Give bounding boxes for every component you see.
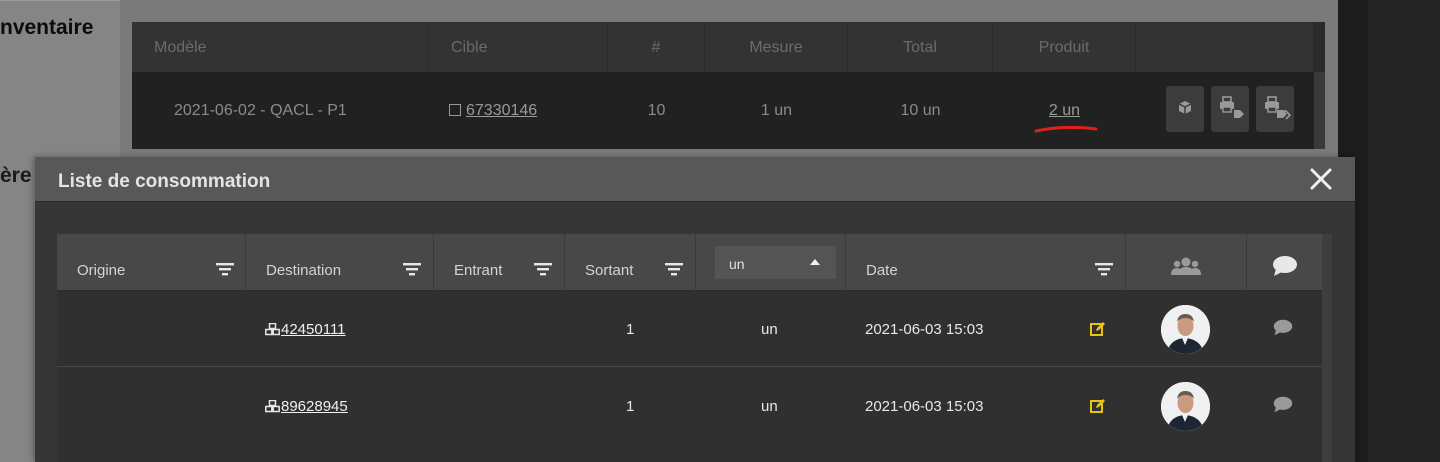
avatar[interactable] [1161, 382, 1210, 431]
filter-icon[interactable] [216, 262, 234, 276]
user-photo [1161, 382, 1210, 431]
consumption-table: Origine Destination Entrant Sortant un D… [57, 234, 1332, 462]
cell-produit[interactable]: 2 un [993, 72, 1136, 149]
right-panel [1368, 0, 1440, 462]
cell-mesure: 1 un [760, 102, 793, 119]
cubes-icon [265, 399, 280, 413]
cell-sortant: 1 [626, 398, 635, 415]
col-actions [1136, 22, 1314, 72]
unit-select-value: un [729, 256, 745, 272]
produit-link[interactable]: 2 un [1049, 102, 1080, 119]
cell-origine [57, 291, 246, 368]
destination-link[interactable]: 89628945 [281, 398, 348, 415]
col-mesure[interactable]: Mesure [705, 22, 848, 72]
col-date[interactable]: Date [846, 234, 1126, 291]
col-sortant-label: Sortant [585, 262, 634, 279]
close-button[interactable] [1309, 167, 1333, 191]
comment-icon [1273, 256, 1297, 276]
print-tags-icon [1265, 96, 1291, 120]
unit-select[interactable]: un [715, 246, 836, 279]
cell-unit: un [761, 321, 778, 338]
edit-icon [1090, 399, 1105, 413]
edit-icon [1090, 322, 1105, 336]
cell-actions [1136, 72, 1314, 149]
col-origine[interactable]: Origine [57, 234, 246, 291]
filter-icon[interactable] [403, 262, 421, 276]
filter-icon[interactable] [665, 262, 683, 276]
col-total[interactable]: Total [848, 22, 993, 72]
table-row[interactable]: 89628945 1 un 2021-06-03 15:03 [57, 368, 1322, 445]
comment-button[interactable] [1273, 368, 1293, 445]
print-tag-icon [1220, 96, 1244, 118]
box-icon [1178, 101, 1192, 114]
consumption-dialog: Liste de consommation Origine Destinatio… [35, 157, 1355, 462]
col-unit: un [696, 234, 846, 291]
row-divider [57, 366, 1322, 367]
dialog-title: Liste de consommation [58, 171, 271, 192]
section-heading-inventaire: nventaire [0, 16, 94, 39]
destination-link[interactable]: 42450111 [281, 321, 346, 338]
box-button[interactable] [1166, 86, 1204, 132]
col-date-label: Date [866, 262, 898, 279]
comment-button[interactable] [1273, 291, 1293, 368]
cell-entrant [434, 368, 565, 445]
cell-modele: 2021-06-02 - QACL - P1 [174, 102, 347, 119]
cell-unit: un [761, 398, 778, 415]
dialog-header: Liste de consommation [35, 157, 1355, 202]
col-count[interactable]: # [608, 22, 705, 72]
scrollbar[interactable] [1322, 234, 1332, 462]
col-destination-label: Destination [266, 262, 342, 279]
table-row[interactable]: 42450111 1 un 2021-06-03 15:03 [57, 291, 1322, 368]
table-row[interactable]: 2021-06-02 - QACL - P1 67330146 10 1 un … [132, 72, 1314, 149]
cubes-icon [265, 322, 280, 336]
print-tags-button[interactable] [1256, 86, 1294, 132]
cell-sortant: 1 [626, 321, 635, 338]
col-produit[interactable]: Produit [993, 22, 1136, 72]
users-icon [1171, 257, 1201, 275]
cell-date: 2021-06-03 15:03 [865, 398, 984, 415]
comment-icon [1273, 396, 1293, 413]
user-photo [1161, 305, 1210, 354]
close-icon [1310, 168, 1332, 190]
section-heading-2: ère [0, 164, 32, 187]
col-entrant[interactable]: Entrant [434, 234, 565, 291]
cell-origine [57, 368, 246, 445]
production-table-header: Modèle Cible # Mesure Total Produit [132, 22, 1314, 72]
cible-link[interactable]: 67330146 [466, 102, 537, 119]
col-comments[interactable] [1247, 234, 1322, 291]
scrollbar[interactable] [1314, 72, 1325, 149]
col-origine-label: Origine [77, 262, 126, 279]
print-tag-button[interactable] [1211, 86, 1249, 132]
edit-button[interactable] [1090, 368, 1106, 445]
cell-destination[interactable]: 89628945 [265, 368, 348, 445]
production-table: Modèle Cible # Mesure Total Produit 2021… [132, 22, 1325, 149]
col-modele[interactable]: Modèle [132, 22, 429, 72]
cell-count: 10 [647, 102, 666, 119]
left-panel-divider [0, 0, 120, 1]
cell-total: 10 un [900, 102, 941, 119]
comment-icon [1273, 319, 1293, 336]
avatar[interactable] [1161, 305, 1210, 354]
filter-icon[interactable] [1095, 262, 1113, 276]
filter-icon[interactable] [534, 262, 552, 276]
cell-entrant [434, 291, 565, 368]
red-underline-annotation [1034, 125, 1098, 133]
edit-button[interactable] [1090, 291, 1106, 368]
caret-up-icon [810, 259, 820, 265]
cell-destination[interactable]: 42450111 [265, 291, 346, 368]
col-cible[interactable]: Cible [429, 22, 608, 72]
col-sortant[interactable]: Sortant [565, 234, 696, 291]
col-users[interactable] [1126, 234, 1247, 291]
cell-cible[interactable]: 67330146 [429, 72, 608, 149]
checkbox-icon[interactable] [449, 104, 461, 116]
consumption-table-header: Origine Destination Entrant Sortant un D… [57, 234, 1332, 291]
cell-date: 2021-06-03 15:03 [865, 321, 984, 338]
col-destination[interactable]: Destination [246, 234, 434, 291]
col-entrant-label: Entrant [454, 262, 503, 279]
